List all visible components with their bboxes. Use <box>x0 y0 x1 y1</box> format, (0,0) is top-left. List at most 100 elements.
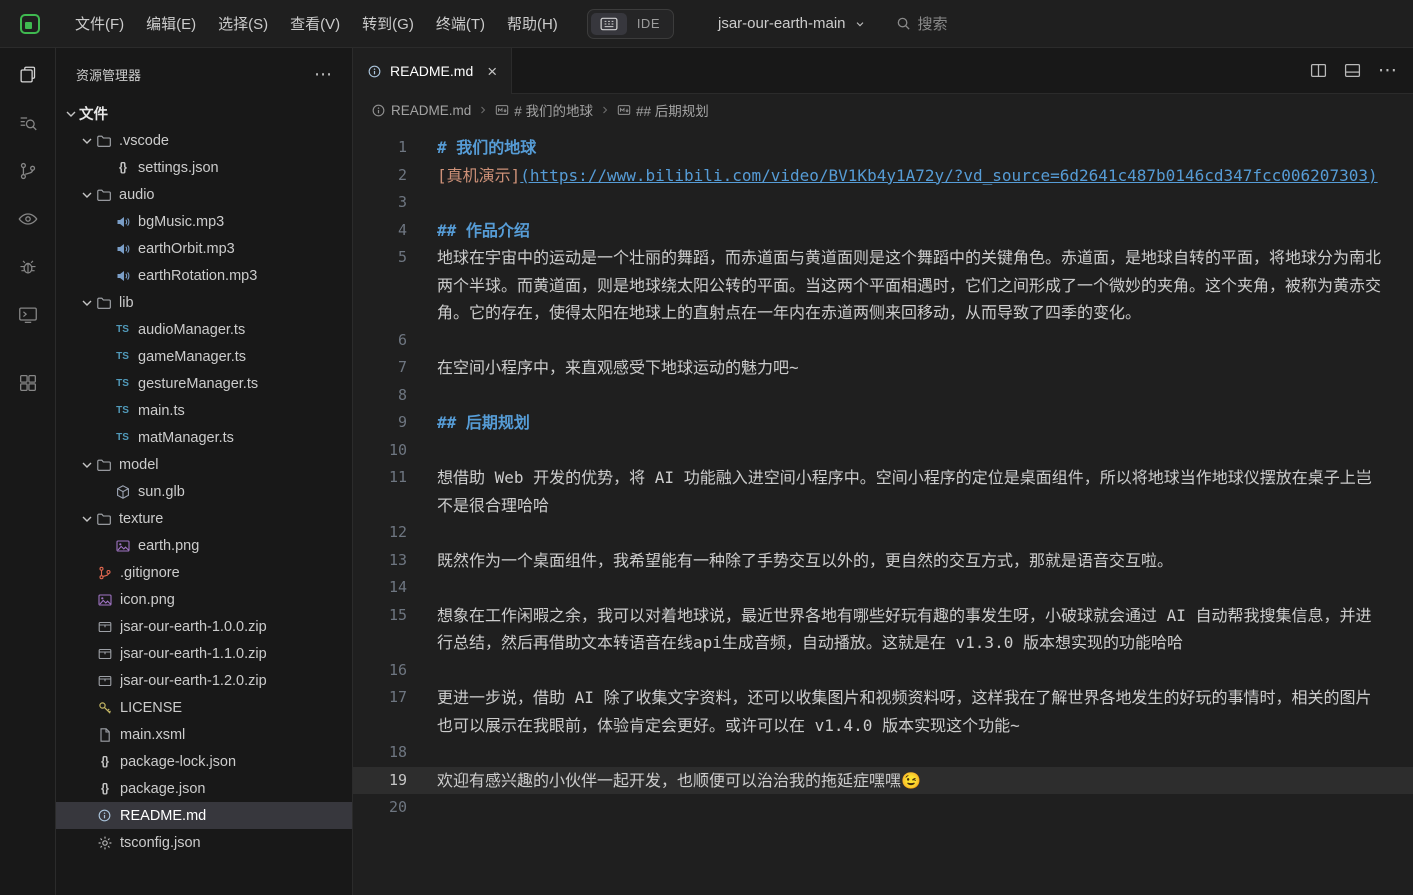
tree-item-audio[interactable]: audio <box>56 181 352 208</box>
editor-line-2[interactable]: 2 [真机演示](https://www.bilibili.com/video/B… <box>353 162 1413 190</box>
tree-item-label: lib <box>119 295 134 311</box>
editor-line-10[interactable]: 10 <box>353 437 1413 465</box>
tree-item-settings.json[interactable]: {}settings.json <box>56 154 352 181</box>
explorer-icon[interactable] <box>0 51 56 99</box>
editor-line-9[interactable]: 9## 后期规划 <box>353 409 1413 437</box>
tree-item-sun.glb[interactable]: sun.glb <box>56 478 352 505</box>
breadcrumb-item-2[interactable]: ## 后期规划 <box>617 100 709 120</box>
line-number: 14 <box>353 574 407 602</box>
line-number: 13 <box>353 547 407 575</box>
tab-actions: ⋯ <box>512 48 1413 94</box>
tree-item-main.xsml[interactable]: main.xsml <box>56 721 352 748</box>
more-actions-icon[interactable]: ⋯ <box>1378 61 1397 80</box>
close-icon[interactable]: × <box>487 63 497 80</box>
tree-item-earth.png[interactable]: earth.png <box>56 532 352 559</box>
simulator-icon[interactable] <box>0 291 56 339</box>
menu-item-2[interactable]: 选择(S) <box>207 8 279 39</box>
editor-line-15[interactable]: 15想象在工作闲暇之余，我可以对着地球说，最近世界各地有哪些好玩有趣的事发生呀，… <box>353 602 1413 657</box>
tree-item-audioManager.ts[interactable]: TSaudioManager.ts <box>56 316 352 343</box>
link-url[interactable]: (https://www.bilibili.com/video/BV1Kb4y1… <box>520 166 1377 185</box>
search-list-icon[interactable] <box>0 99 56 147</box>
tree-item-package.json[interactable]: {}package.json <box>56 775 352 802</box>
editor-line-12[interactable]: 12 <box>353 519 1413 547</box>
editor-line-13[interactable]: 13既然作为一个桌面组件，我希望能有一种除了手势交互以外的，更自然的交互方式，那… <box>353 547 1413 575</box>
debug-icon[interactable] <box>0 243 56 291</box>
menu-item-5[interactable]: 终端(T) <box>425 8 496 39</box>
tree-item-README.md[interactable]: README.md <box>56 802 352 829</box>
tree-root-files[interactable]: 文件 <box>56 100 352 127</box>
editor-line-20[interactable]: 20 <box>353 794 1413 822</box>
line-number: 7 <box>353 354 407 382</box>
layout-panel-icon[interactable] <box>1344 62 1361 79</box>
menu-item-6[interactable]: 帮助(H) <box>496 8 569 39</box>
tree-item-earthRotation.mp3[interactable]: earthRotation.mp3 <box>56 262 352 289</box>
license-key-icon <box>96 700 113 716</box>
tree-item-main.ts[interactable]: TSmain.ts <box>56 397 352 424</box>
editor-line-4[interactable]: 4## 作品介绍 <box>353 217 1413 245</box>
line-number: 17 <box>353 684 407 739</box>
tree-item-gameManager.ts[interactable]: TSgameManager.ts <box>56 343 352 370</box>
chevron-right-icon <box>477 104 489 116</box>
code-text: 地球在宇宙中的运动是一个壮丽的舞蹈，而赤道面与黄道面则是这个舞蹈中的关键角色。赤… <box>437 244 1413 327</box>
menu-item-4[interactable]: 转到(G) <box>351 8 425 39</box>
editor-line-6[interactable]: 6 <box>353 327 1413 355</box>
tree-item-gestureManager.ts[interactable]: TSgestureManager.ts <box>56 370 352 397</box>
tree-item-model[interactable]: model <box>56 451 352 478</box>
tree-item-bgMusic.mp3[interactable]: bgMusic.mp3 <box>56 208 352 235</box>
typescript-icon: TS <box>114 405 131 416</box>
editor-line-3[interactable]: 3 <box>353 189 1413 217</box>
editor-line-5[interactable]: 5地球在宇宙中的运动是一个壮丽的舞蹈，而赤道面与黄道面则是这个舞蹈中的关键角色。… <box>353 244 1413 327</box>
preview-eye-icon[interactable] <box>0 195 56 243</box>
tree-item-label: .gitignore <box>120 565 180 581</box>
tree-item-lib[interactable]: lib <box>56 289 352 316</box>
editor-line-7[interactable]: 7在空间小程序中，来直观感受下地球运动的魅力吧~ <box>353 354 1413 382</box>
tree-item-matManager.ts[interactable]: TSmatManager.ts <box>56 424 352 451</box>
tree-item-.vscode[interactable]: .vscode <box>56 127 352 154</box>
project-name: jsar-our-earth-main <box>718 15 846 32</box>
split-editor-icon[interactable] <box>1310 62 1327 79</box>
search-input[interactable]: 搜索 <box>896 13 948 34</box>
code-text: 欢迎有感兴趣的小伙伴一起开发，也顺便可以治治我的拖延症嘿嘿😉 <box>437 767 1413 795</box>
tree-item-.gitignore[interactable]: .gitignore <box>56 559 352 586</box>
editor-line-19[interactable]: 19欢迎有感兴趣的小伙伴一起开发，也顺便可以治治我的拖延症嘿嘿😉 <box>353 767 1413 795</box>
tree-item-package-lock.json[interactable]: {}package-lock.json <box>56 748 352 775</box>
tree-item-jsar-our-earth-1.2.0.zip[interactable]: jsar-our-earth-1.2.0.zip <box>56 667 352 694</box>
more-actions-icon[interactable]: ⋯ <box>314 65 332 83</box>
tree-item-tsconfig.json[interactable]: tsconfig.json <box>56 829 352 856</box>
app-logo-icon[interactable] <box>20 14 40 34</box>
editor-line-11[interactable]: 11想借助 Web 开发的优势，将 AI 功能融入进空间小程序中。空间小程序的定… <box>353 464 1413 519</box>
source-control-icon[interactable] <box>0 147 56 195</box>
tree-item-LICENSE[interactable]: LICENSE <box>56 694 352 721</box>
menu-item-0[interactable]: 文件(F) <box>64 8 135 39</box>
editor-line-8[interactable]: 8 <box>353 382 1413 410</box>
tree-item-label: matManager.ts <box>138 430 234 446</box>
extensions-icon[interactable] <box>0 359 56 407</box>
link-label[interactable]: [真机演示] <box>437 166 520 185</box>
editor-line-1[interactable]: 1# 我们的地球 <box>353 134 1413 162</box>
info-icon <box>367 64 382 79</box>
tree-item-earthOrbit.mp3[interactable]: earthOrbit.mp3 <box>56 235 352 262</box>
image-icon <box>96 592 113 608</box>
tab-readme[interactable]: README.md × <box>353 48 512 94</box>
line-number: 3 <box>353 189 407 217</box>
ide-mode-toggle[interactable]: IDE <box>587 9 674 39</box>
tree-item-icon.png[interactable]: icon.png <box>56 586 352 613</box>
editor-line-14[interactable]: 14 <box>353 574 1413 602</box>
tab-label: README.md <box>390 63 473 79</box>
tree-item-jsar-our-earth-1.0.0.zip[interactable]: jsar-our-earth-1.0.0.zip <box>56 613 352 640</box>
tree-item-label: earth.png <box>138 538 199 554</box>
menu-item-1[interactable]: 编辑(E) <box>135 8 207 39</box>
breadcrumb-item-0[interactable]: README.md <box>371 103 471 118</box>
editor-line-18[interactable]: 18 <box>353 739 1413 767</box>
editor-line-17[interactable]: 17更进一步说，借助 AI 除了收集文字资料，还可以收集图片和视频资料呀，这样我… <box>353 684 1413 739</box>
editor-line-16[interactable]: 16 <box>353 657 1413 685</box>
typescript-icon: TS <box>114 324 131 335</box>
audio-file-icon <box>114 268 131 284</box>
project-selector[interactable]: jsar-our-earth-main <box>718 15 866 32</box>
line-number: 2 <box>353 162 407 190</box>
tree-item-label: model <box>119 457 159 473</box>
menu-item-3[interactable]: 查看(V) <box>279 8 351 39</box>
tree-item-jsar-our-earth-1.1.0.zip[interactable]: jsar-our-earth-1.1.0.zip <box>56 640 352 667</box>
tree-item-texture[interactable]: texture <box>56 505 352 532</box>
breadcrumb-item-1[interactable]: # 我们的地球 <box>495 100 593 120</box>
